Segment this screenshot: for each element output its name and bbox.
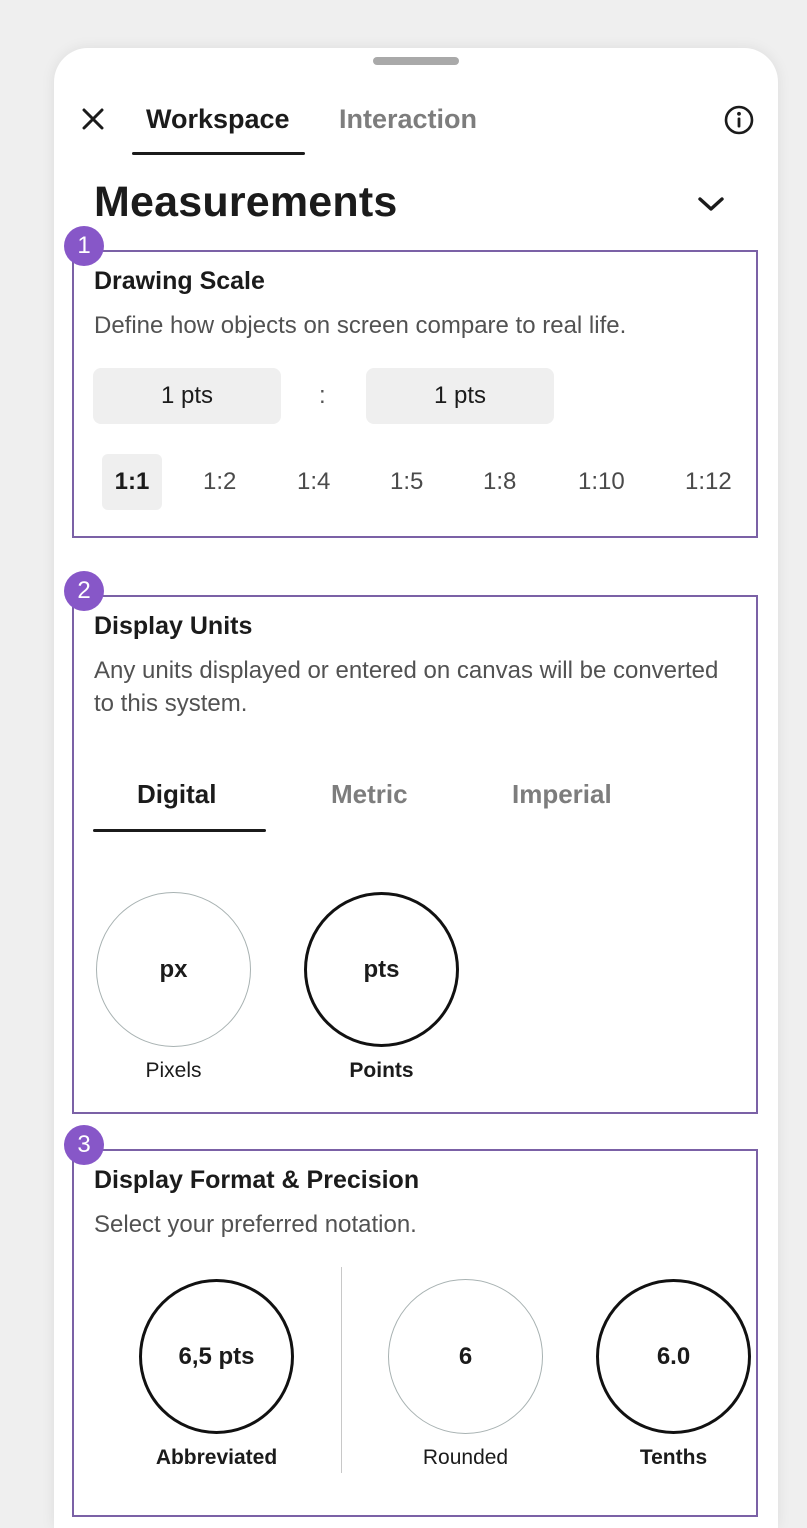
unit-option-points[interactable]: pts (304, 892, 459, 1047)
scale-separator: : (319, 382, 326, 409)
tab-workspace[interactable]: Workspace (146, 104, 290, 135)
precision-option-label: Tenths (639, 1446, 708, 1469)
active-tab-indicator (132, 152, 305, 155)
unit-option-pixels[interactable]: px (96, 892, 251, 1047)
step-badge: 3 (64, 1125, 104, 1165)
display-units-section: 2 Display Units Any units displayed or e… (64, 571, 758, 1114)
precision-option-label: Rounded (422, 1446, 509, 1469)
scale-preset-1-12[interactable]: 1:12 (685, 454, 732, 510)
precision-option-tenths[interactable]: 6.0 (596, 1279, 751, 1434)
step-badge: 1 (64, 226, 104, 266)
section-description: Define how objects on screen compare to … (94, 312, 627, 339)
precision-option-rounded[interactable]: 6 (388, 1279, 543, 1434)
settings-sheet: Workspace Interaction Measurements 1 Dra… (54, 48, 778, 1528)
info-icon[interactable] (723, 104, 755, 136)
scale-left-input[interactable]: 1 pts (93, 368, 281, 424)
display-format-section: 3 Display Format & Precision Select your… (64, 1125, 758, 1517)
section-description: Any units displayed or entered on canvas… (94, 657, 719, 717)
active-unit-tab-indicator (93, 829, 266, 832)
drawing-scale-section: 1 Drawing Scale Define how objects on sc… (64, 226, 758, 538)
scale-preset-1-10[interactable]: 1:10 (578, 454, 625, 510)
scale-preset-1-2[interactable]: 1:2 (203, 454, 236, 510)
section-description: Select your preferred notation. (94, 1211, 417, 1238)
scale-preset-1-4[interactable]: 1:4 (297, 454, 330, 510)
scale-preset-1-8[interactable]: 1:8 (483, 454, 516, 510)
tab-interaction[interactable]: Interaction (339, 104, 477, 135)
close-icon[interactable] (78, 104, 108, 134)
tab-digital[interactable]: Digital (137, 779, 216, 810)
scale-preset-1-1[interactable]: 1:1 (102, 454, 162, 510)
chevron-down-icon[interactable] (695, 188, 727, 220)
tab-imperial[interactable]: Imperial (512, 779, 612, 810)
unit-option-label: Points (349, 1059, 414, 1082)
scale-right-input[interactable]: 1 pts (366, 368, 554, 424)
format-divider (341, 1267, 342, 1473)
page-title: Measurements (94, 178, 398, 226)
tab-metric[interactable]: Metric (331, 779, 408, 810)
format-option-abbreviated[interactable]: 6,5 pts (139, 1279, 294, 1434)
unit-option-label: Pixels (145, 1059, 202, 1082)
section-title: Drawing Scale (94, 267, 265, 295)
step-badge: 2 (64, 571, 104, 611)
sheet-drag-handle[interactable] (373, 57, 459, 65)
format-option-label: Abbreviated (155, 1446, 278, 1469)
section-title: Display Units (94, 612, 253, 640)
scale-preset-1-5[interactable]: 1:5 (390, 454, 423, 510)
section-title: Display Format & Precision (94, 1166, 420, 1194)
